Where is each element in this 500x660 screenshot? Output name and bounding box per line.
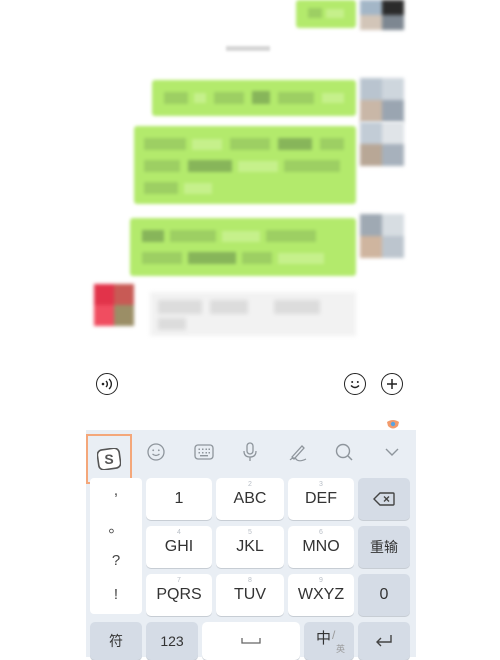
smile-icon <box>350 381 360 389</box>
punct-period[interactable]: 。 <box>90 516 142 537</box>
key-1[interactable]: 1 <box>146 478 212 520</box>
key-jkl[interactable]: 5 JKL <box>216 526 284 568</box>
key-ghi[interactable]: 4 GHI <box>146 526 212 568</box>
key-label: GHI <box>164 538 194 555</box>
search-icon <box>335 443 353 461</box>
voice-button[interactable] <box>96 373 118 395</box>
return-key[interactable] <box>358 622 410 660</box>
key-pqrs[interactable]: 7 PQRS <box>146 574 212 616</box>
key-label: PQRS <box>156 586 202 603</box>
punctuation-column[interactable]: , 。 ? ! <box>90 478 142 614</box>
key-label: DEF <box>305 490 337 507</box>
punct-comma[interactable]: , <box>90 482 142 499</box>
key-label: ABC <box>233 490 267 507</box>
key-label: MNO <box>302 538 340 555</box>
key-abc[interactable]: 2 ABC <box>216 478 284 520</box>
number-key[interactable]: 123 <box>146 622 198 660</box>
avatar-self[interactable] <box>360 122 404 166</box>
key-def[interactable]: 3 DEF <box>288 478 354 520</box>
punct-question[interactable]: ? <box>90 552 142 569</box>
space-key[interactable] <box>202 622 300 660</box>
plus-icon <box>387 379 397 389</box>
emoji-button[interactable] <box>344 373 366 395</box>
message-bubble-outgoing[interactable] <box>296 0 356 28</box>
return-icon <box>376 635 392 647</box>
key-label: 123 <box>160 633 184 649</box>
backspace-icon <box>373 492 395 506</box>
key-label: 1 <box>174 490 184 507</box>
key-label: 重输 <box>370 539 398 555</box>
message-bubble-outgoing[interactable] <box>130 218 356 276</box>
key-label: 符 <box>109 633 123 649</box>
avatar-contact[interactable] <box>94 284 134 326</box>
message-bubble-incoming[interactable] <box>150 292 356 336</box>
chat-history <box>0 0 500 365</box>
space-bar-icon <box>241 638 261 644</box>
ime-handwriting[interactable] <box>286 440 310 464</box>
keyboard-icon <box>194 444 214 460</box>
avatar-self[interactable] <box>360 78 404 122</box>
chevron-down-icon <box>385 448 399 456</box>
sticker-badge-icon[interactable] <box>386 418 400 430</box>
voice-wave-icon <box>101 378 113 390</box>
ime-search[interactable] <box>332 440 356 464</box>
microphone-icon <box>243 442 257 461</box>
more-button[interactable] <box>381 373 403 395</box>
emoji-face-icon <box>147 443 165 461</box>
ime-keyboard-switch[interactable] <box>192 440 216 464</box>
backspace-key[interactable] <box>358 478 410 520</box>
key-label: JKL <box>236 538 264 555</box>
svg-text:S: S <box>104 451 113 467</box>
symbol-key[interactable]: 符 <box>90 622 142 660</box>
key-0[interactable]: 0 <box>358 574 410 616</box>
key-wxyz[interactable]: 9 WXYZ <box>288 574 354 616</box>
key-label: WXYZ <box>297 586 345 603</box>
key-sublabel: 英 <box>336 644 346 654</box>
reinput-key[interactable]: 重输 <box>358 526 410 568</box>
key-label: 中 <box>316 630 332 647</box>
avatar-self[interactable] <box>360 0 404 30</box>
ime-logo-button[interactable]: S <box>86 434 132 484</box>
key-label: TUV <box>234 586 266 603</box>
ime-emoji-button[interactable] <box>144 440 168 464</box>
handwriting-pen-icon <box>289 445 307 462</box>
timestamp <box>226 46 270 51</box>
message-bubble-outgoing[interactable] <box>134 126 356 204</box>
key-tuv[interactable]: 8 TUV <box>216 574 284 616</box>
key-mno[interactable]: 6 MNO <box>288 526 354 568</box>
ime-collapse[interactable] <box>380 440 404 464</box>
punct-exclaim[interactable]: ! <box>90 586 142 603</box>
sogou-logo-icon: S <box>97 448 121 470</box>
avatar-self[interactable] <box>360 214 404 258</box>
key-label: 0 <box>379 586 389 603</box>
language-switch-key[interactable]: 中 / 英 <box>304 622 354 660</box>
ime-voice-input[interactable] <box>238 440 262 464</box>
message-bubble-outgoing[interactable] <box>152 80 356 116</box>
